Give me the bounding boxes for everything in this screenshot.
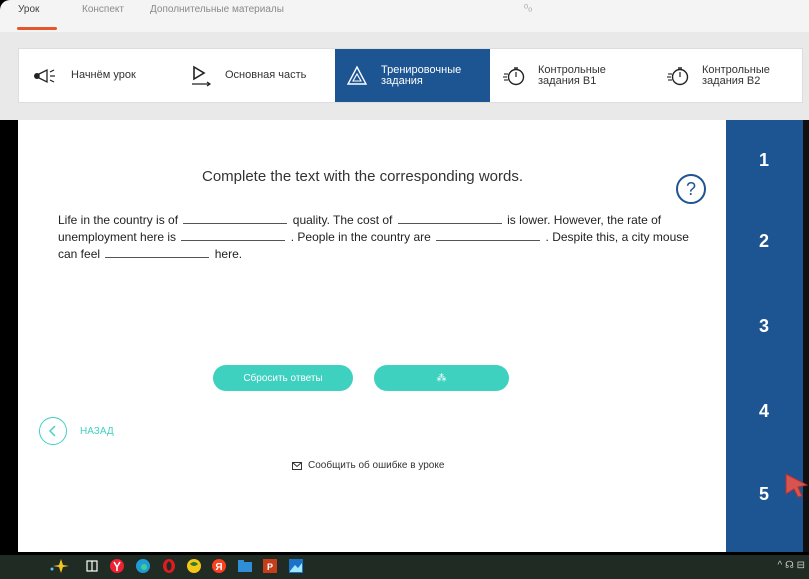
section-label: Контрольные задания В1: [538, 63, 606, 87]
mouse-pointer-icon: [785, 473, 809, 498]
chevron-left-icon: [49, 425, 56, 437]
stopwatch-icon: [500, 65, 528, 87]
opera-icon[interactable]: [162, 559, 176, 573]
triangle-icon: [343, 65, 371, 87]
answer-blank-3[interactable]: [181, 229, 286, 241]
section-label: Тренировочные задания: [381, 63, 462, 87]
back-label[interactable]: НАЗАД: [80, 426, 114, 437]
step-4[interactable]: 4: [726, 401, 803, 422]
tab-lesson[interactable]: Урок: [18, 4, 39, 15]
tab-extra-materials[interactable]: Дополнительные материалы: [150, 4, 284, 15]
svg-text:Я: Я: [215, 562, 222, 573]
section-control-b1[interactable]: Контрольные задания В1: [490, 49, 650, 102]
report-error-link[interactable]: Сообщить об ошибке в уроке: [292, 460, 444, 471]
section-label: Основная часть: [225, 69, 307, 81]
section-training-tasks[interactable]: Тренировочные задания: [335, 49, 490, 102]
powerpoint-icon[interactable]: P: [263, 559, 277, 573]
text-segment: . People in the country are: [290, 230, 431, 244]
megaphone-icon: [33, 65, 61, 87]
gap-fill-text: Life in the country is of quality. The c…: [58, 212, 698, 263]
section-start-lesson[interactable]: Начнём урок: [19, 49, 177, 102]
section-control-b2[interactable]: Контрольные задания В2: [650, 49, 802, 102]
system-tray[interactable]: ^ ☊ ⊟: [777, 560, 805, 571]
yandex-icon[interactable]: [110, 559, 124, 573]
answer-blank-1[interactable]: [183, 212, 288, 224]
report-error-label: Сообщить об ошибке в уроке: [308, 460, 445, 471]
section-main-part[interactable]: Основная часть: [177, 49, 335, 102]
edge-icon[interactable]: [136, 559, 150, 573]
text-segment: here.: [214, 247, 243, 261]
stopwatch-icon: [664, 65, 692, 87]
reset-answers-button[interactable]: Сбросить ответы: [213, 365, 353, 391]
yandex-browser-icon[interactable]: Я: [212, 559, 226, 573]
search-icon[interactable]: ᵒₒ: [524, 2, 532, 14]
sparkle-icon[interactable]: [50, 559, 72, 573]
active-tab-underline: [17, 27, 57, 30]
mail-icon: [292, 461, 302, 470]
play-icon: [187, 65, 215, 87]
section-nav: Начнём урок Основная часть Тренировочные…: [18, 48, 803, 103]
check-button[interactable]: ⁂: [374, 365, 509, 391]
help-icon[interactable]: ?: [676, 174, 706, 204]
answer-blank-2[interactable]: [397, 212, 502, 224]
loading-spinner-icon: ⁂: [436, 372, 447, 384]
answer-blank-5[interactable]: [105, 246, 210, 258]
answer-blank-4[interactable]: [436, 229, 541, 241]
step-2[interactable]: 2: [726, 231, 803, 252]
back-button[interactable]: [39, 417, 67, 445]
step-1[interactable]: 1: [726, 150, 803, 171]
section-label: Контрольные задания В2: [702, 63, 770, 87]
tab-summary[interactable]: Конспект: [82, 4, 124, 15]
section-label: Начнём урок: [71, 69, 136, 81]
files-icon[interactable]: [238, 559, 252, 573]
browser-icon[interactable]: [187, 559, 201, 573]
task-view-icon[interactable]: [85, 559, 99, 573]
svg-text:P: P: [267, 562, 273, 572]
text-segment: quality. The cost of: [292, 213, 393, 227]
text-segment: Life in the country is of: [58, 213, 179, 227]
photos-icon[interactable]: [289, 559, 303, 573]
step-3[interactable]: 3: [726, 316, 803, 337]
task-instruction: Complete the text with the corresponding…: [202, 168, 523, 185]
